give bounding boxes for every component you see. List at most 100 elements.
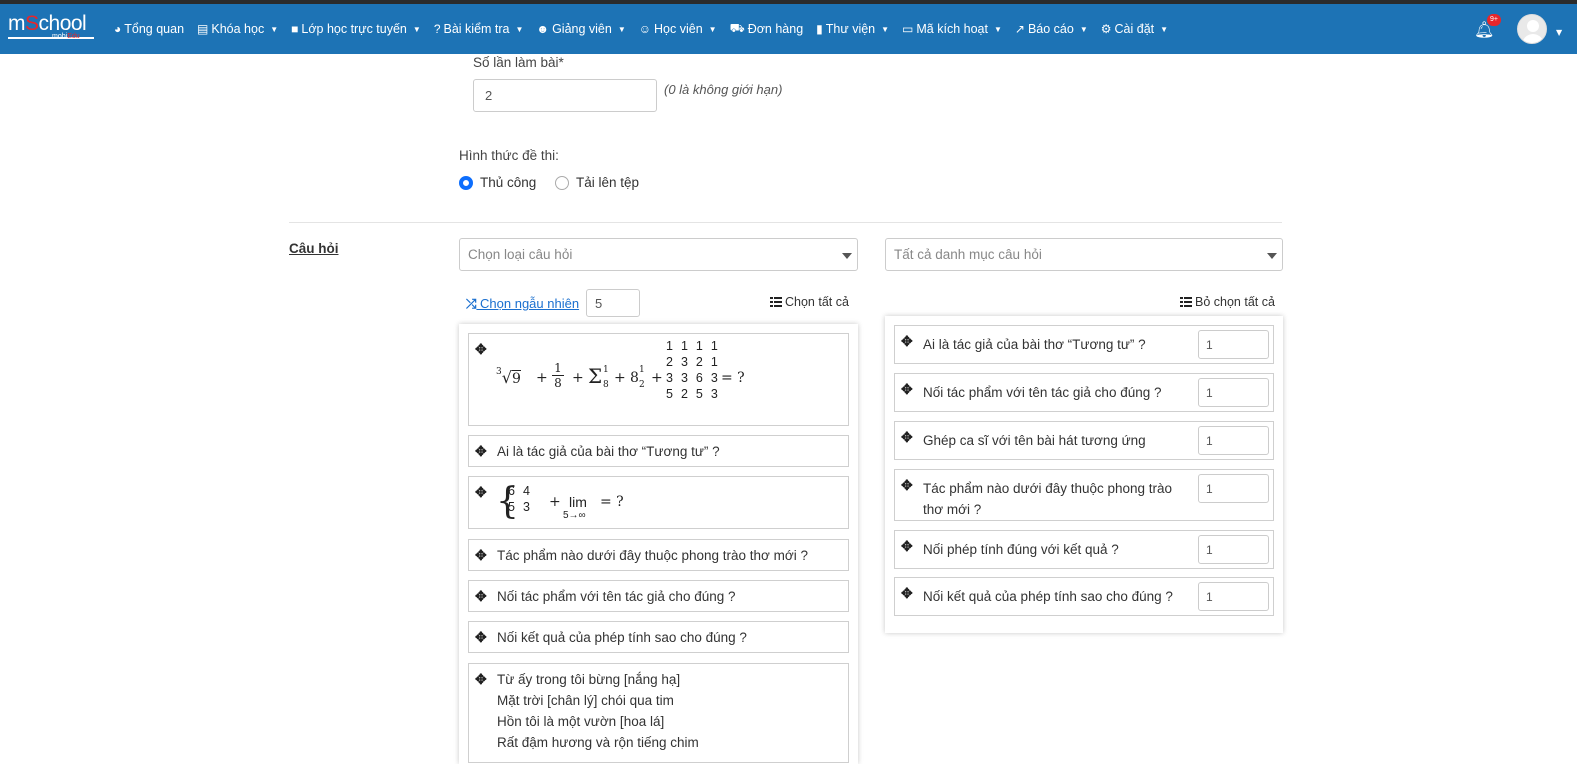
- math-mixed-den: 2: [639, 380, 645, 390]
- matrix-cell: 3: [710, 387, 718, 401]
- question-type-placeholder: Chọn loại câu hỏi: [468, 247, 573, 262]
- math-tail: = ?: [721, 370, 745, 386]
- question-score-input[interactable]: 1: [1198, 426, 1269, 455]
- nav-item-dashboard[interactable]: ◕ Tổng quan: [114, 22, 184, 36]
- question-item-math-1[interactable]: ✥ 3√9 + 1 8 + Σ 1 8 + 8 1 2 + 1111232133…: [468, 333, 849, 426]
- nav-item-label: Khóa học: [211, 22, 265, 36]
- question-line: Mặt trời [chân lý] chói qua tim: [497, 693, 674, 708]
- question-category-placeholder: Tất cả danh mục câu hỏi: [894, 247, 1042, 262]
- nav-item-book[interactable]: ▤ Khóa học ▼: [197, 22, 278, 36]
- chevron-down-icon[interactable]: ▼: [1556, 28, 1562, 37]
- move-icon[interactable]: ✥: [475, 548, 487, 562]
- math-sum: Σ: [588, 364, 603, 388]
- cart-icon: ⛟: [729, 21, 745, 35]
- selected-question-item[interactable]: ✥ Ai là tác giả của bài thơ “Tương tư” ?…: [894, 325, 1274, 364]
- question-category-select[interactable]: Tất cả danh mục câu hỏi: [885, 238, 1283, 271]
- avatar-body-shape: [1522, 34, 1544, 43]
- nav-item-question[interactable]: ? Bài kiểm tra ▼: [434, 22, 524, 36]
- logo-wordmark: mSchool: [8, 12, 87, 35]
- matrix-cell: 1: [680, 339, 688, 353]
- move-icon[interactable]: ✥: [475, 589, 487, 603]
- nav-item-label: Học viên: [654, 22, 703, 36]
- nav-item-library[interactable]: ▮ Thư viện ▼: [816, 22, 889, 36]
- question-item[interactable]: ✥ Ai là tác giả của bài thơ “Tương tư” ?: [468, 435, 849, 467]
- nav-item-video[interactable]: ■ Lớp học trực tuyến ▼: [291, 22, 421, 36]
- question-score-input[interactable]: 1: [1198, 535, 1269, 564]
- radio-manual[interactable]: [459, 176, 473, 190]
- nav-item-cart[interactable]: ⛟ Đơn hàng: [730, 21, 804, 37]
- nav-item-user[interactable]: ☺ Học viên ▼: [639, 22, 717, 36]
- math-tail: = ?: [600, 494, 624, 510]
- question-text: Nối phép tính đúng với kết quả ?: [923, 542, 1119, 557]
- question-item-math-2[interactable]: ✥ { 6453 + lim 5→∞ = ?: [468, 476, 849, 529]
- question-text: Ghép ca sĩ với tên bài hát tương ứng: [923, 433, 1146, 448]
- question-text: Nối kết quả của phép tính sao cho đúng ?: [923, 589, 1173, 604]
- selected-question-item[interactable]: ✥ Ghép ca sĩ với tên bài hát tương ứng 1: [894, 421, 1274, 460]
- question-line: Từ ấy trong tôi bừng [nắng hạ]: [497, 672, 681, 687]
- move-icon[interactable]: ✥: [475, 444, 487, 458]
- matrix-cell: 5: [695, 387, 703, 401]
- random-count-input[interactable]: 5: [586, 289, 640, 317]
- matrix-cell: 2: [695, 355, 703, 369]
- random-select-link[interactable]: ⤮ Chọn ngẫu nhiên: [466, 296, 579, 312]
- exam-type-label: Hình thức đề thi:: [459, 148, 559, 163]
- move-icon[interactable]: ✥: [475, 672, 487, 686]
- radio-upload-label[interactable]: Tải lên tệp: [576, 175, 639, 190]
- section-divider: [289, 222, 1282, 223]
- caret-down-icon: [1267, 253, 1277, 259]
- select-all-button[interactable]: Chọn tất cả: [770, 295, 849, 309]
- caret-down-icon: ▼: [708, 24, 717, 34]
- attempts-input[interactable]: 2: [473, 79, 657, 112]
- move-icon[interactable]: ✥: [901, 586, 913, 600]
- question-item-fill-blank[interactable]: ✥ Từ ấy trong tôi bừng [nắng hạ] Mặt trờ…: [468, 663, 849, 763]
- matrix-cell: 5: [666, 387, 673, 401]
- nav-item-label: Thư viện: [825, 22, 876, 36]
- move-icon[interactable]: ✥: [901, 334, 913, 348]
- radio-manual-label[interactable]: Thủ công: [480, 175, 536, 190]
- question-score-input[interactable]: 1: [1198, 474, 1269, 503]
- nav-item-card[interactable]: ▭ Mã kích hoạt ▼: [902, 22, 1002, 36]
- math-plus-3: +: [614, 370, 626, 386]
- question-item[interactable]: ✥ Tác phẩm nào dưới đây thuộc phong trào…: [468, 539, 849, 571]
- matrix-cell: 5: [508, 500, 515, 514]
- question-score-input[interactable]: 1: [1198, 330, 1269, 359]
- selected-question-item[interactable]: ✥ Nối kết quả của phép tính sao cho đúng…: [894, 577, 1274, 616]
- matrix-cell: 1: [710, 355, 718, 369]
- nav-item-label: Lớp học trực tuyến: [301, 22, 407, 36]
- math-sum-sub: 8: [603, 380, 609, 390]
- math-plus-2: +: [572, 370, 584, 386]
- move-icon[interactable]: ✥: [475, 485, 487, 499]
- selected-question-item[interactable]: ✥ Nối tác phẩm với tên tác giả cho đúng …: [894, 373, 1274, 412]
- matrix-cell: 2: [680, 387, 688, 401]
- move-icon[interactable]: ✥: [901, 430, 913, 444]
- move-icon[interactable]: ✥: [901, 478, 913, 492]
- caret-down-icon: ▼: [993, 24, 1002, 34]
- mschool-logo[interactable]: mSchool mobiEdu: [8, 13, 98, 47]
- avatar[interactable]: [1517, 14, 1547, 44]
- question-item[interactable]: ✥ Nối kết quả của phép tính sao cho đúng…: [468, 621, 849, 653]
- caret-down-icon: ▼: [1160, 24, 1169, 34]
- question-text: Ai là tác giả của bài thơ “Tương tư” ?: [497, 444, 720, 459]
- question-line: Hồn tôi là một vườn [hoa lá]: [497, 714, 665, 729]
- notification-badge: 9+: [1487, 14, 1501, 26]
- nav-item-chart[interactable]: ↗ Báo cáo ▼: [1015, 22, 1088, 36]
- math-fraction: 1 8: [552, 361, 564, 390]
- selected-question-item[interactable]: ✥ Nối phép tính đúng với kết quả ? 1: [894, 530, 1274, 569]
- deselect-all-button[interactable]: Bỏ chọn tất cả: [1180, 295, 1275, 309]
- nav-item-label: Giảng viên: [552, 22, 612, 36]
- move-icon[interactable]: ✥: [901, 382, 913, 396]
- matrix-cell: 1: [695, 339, 703, 353]
- nav-item-users[interactable]: ☻ Giảng viên ▼: [536, 22, 625, 36]
- radio-upload[interactable]: [555, 176, 569, 190]
- move-icon[interactable]: ✥: [475, 630, 487, 644]
- math-plus: +: [549, 494, 561, 510]
- nav-item-gears[interactable]: ⚙ Cài đặt ▼: [1101, 22, 1168, 36]
- question-score-input[interactable]: 1: [1198, 582, 1269, 611]
- question-score-input[interactable]: 1: [1198, 378, 1269, 407]
- selected-question-item[interactable]: ✥ Tác phẩm nào dưới đây thuộc phong trào…: [894, 469, 1274, 521]
- math-lim: lim: [569, 494, 587, 510]
- question-type-select[interactable]: Chọn loại câu hỏi: [459, 238, 858, 271]
- move-icon[interactable]: ✥: [901, 539, 913, 553]
- move-icon[interactable]: ✥: [475, 342, 487, 356]
- question-item[interactable]: ✥ Nối tác phẩm với tên tác giả cho đúng …: [468, 580, 849, 612]
